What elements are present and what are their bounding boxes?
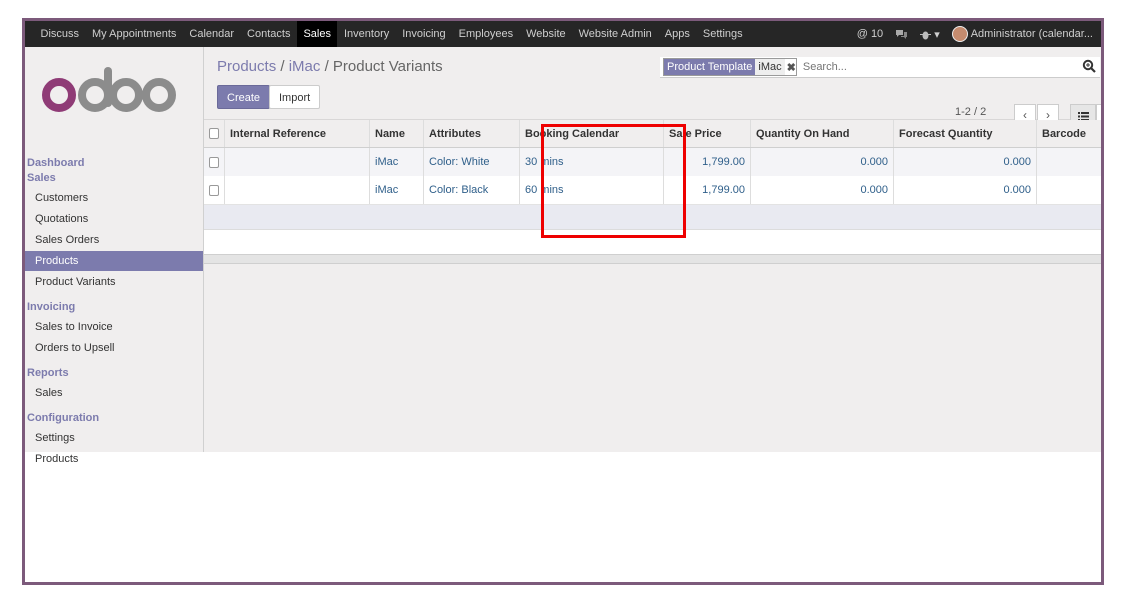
table-divider bbox=[204, 255, 1101, 264]
sidebar-item-settings[interactable]: Settings bbox=[25, 428, 203, 448]
systray: @ 10 ▾ Administrator (calendar... bbox=[851, 21, 1101, 47]
select-all-cell bbox=[204, 120, 224, 147]
menu-website[interactable]: Website bbox=[520, 21, 573, 47]
sidebar-item-config-products[interactable]: Products bbox=[25, 449, 203, 469]
row-checkbox[interactable] bbox=[209, 184, 219, 196]
menu-employees[interactable]: Employees bbox=[452, 21, 519, 47]
sidebar-item-orders-to-upsell[interactable]: Orders to Upsell bbox=[25, 338, 203, 358]
sidebar-section-invoicing: Invoicing bbox=[27, 301, 76, 313]
search-icon[interactable] bbox=[1082, 59, 1096, 73]
sidebar-item-quotations[interactable]: Quotations bbox=[25, 209, 203, 229]
kanban-icon bbox=[1104, 112, 1105, 121]
sidebar-item-sales-orders[interactable]: Sales Orders bbox=[25, 230, 203, 250]
menu-website-admin[interactable]: Website Admin bbox=[572, 21, 658, 47]
sidebar-section-reports: Reports bbox=[27, 367, 69, 379]
mentions-button[interactable]: @ 10 bbox=[851, 28, 889, 40]
cell-barcode bbox=[1036, 176, 1101, 204]
highlight-box bbox=[541, 124, 686, 238]
main-menu: Discuss My Appointments Calendar Contact… bbox=[25, 21, 749, 47]
sidebar: Dashboard Sales Customers Quotations Sal… bbox=[25, 47, 204, 465]
facet-value: iMac bbox=[755, 59, 785, 75]
user-name: Administrator (calendar... bbox=[970, 28, 1093, 40]
menu-inventory[interactable]: Inventory bbox=[337, 21, 395, 47]
cell-name: iMac bbox=[369, 176, 423, 204]
sidebar-item-sales-to-invoice[interactable]: Sales to Invoice bbox=[25, 317, 203, 337]
row-select-cell bbox=[204, 176, 224, 204]
facet-label: Product Template bbox=[664, 59, 756, 75]
sidebar-section-configuration: Configuration bbox=[27, 412, 100, 424]
at-icon: @ bbox=[856, 28, 868, 40]
bug-icon bbox=[920, 31, 932, 39]
col-quantity-on-hand[interactable]: Quantity On Hand bbox=[750, 120, 893, 147]
chat-button[interactable] bbox=[889, 29, 914, 40]
sidebar-item-customers[interactable]: Customers bbox=[25, 188, 203, 208]
chat-bubbles-icon bbox=[896, 29, 908, 39]
search-input[interactable] bbox=[800, 60, 1065, 74]
pager-value[interactable]: 1-2 / 2 bbox=[955, 106, 986, 118]
odoo-logo bbox=[42, 67, 176, 112]
cell-attributes: Color: White bbox=[423, 148, 519, 176]
col-internal-reference[interactable]: Internal Reference bbox=[224, 120, 369, 147]
cell-attributes: Color: Black bbox=[423, 176, 519, 204]
menu-settings[interactable]: Settings bbox=[696, 21, 749, 47]
sidebar-item-reports-sales[interactable]: Sales bbox=[25, 383, 203, 403]
cell-quantity-on-hand: 0.000 bbox=[750, 148, 893, 176]
row-checkbox[interactable] bbox=[209, 156, 219, 168]
col-attributes[interactable]: Attributes bbox=[423, 120, 519, 147]
menu-calendar[interactable]: Calendar bbox=[183, 21, 241, 47]
breadcrumb-separator: / bbox=[280, 58, 289, 75]
app-window: Discuss My Appointments Calendar Contact… bbox=[22, 18, 1104, 585]
sidebar-dashboard[interactable]: Dashboard bbox=[27, 157, 84, 169]
import-button[interactable]: Import bbox=[269, 85, 321, 109]
menu-sales[interactable]: Sales bbox=[296, 21, 338, 47]
select-all-checkbox[interactable] bbox=[209, 128, 219, 139]
page-title: Product Variants bbox=[332, 58, 443, 75]
cell-internal-reference bbox=[224, 176, 369, 204]
main-content: Products / iMac / Product Variants Creat… bbox=[204, 47, 1101, 452]
breadcrumb: Products / iMac / Product Variants bbox=[217, 58, 443, 75]
remove-facet-icon[interactable]: ✖ bbox=[787, 61, 796, 74]
avatar bbox=[951, 26, 968, 42]
menu-invoicing[interactable]: Invoicing bbox=[396, 21, 452, 47]
breadcrumb-separator: / bbox=[324, 58, 333, 75]
top-navbar: Discuss My Appointments Calendar Contact… bbox=[25, 21, 1101, 47]
cell-forecast-quantity: 0.000 bbox=[893, 148, 1036, 176]
col-barcode[interactable]: Barcode bbox=[1036, 120, 1101, 147]
mentions-count: 10 bbox=[870, 28, 884, 40]
caret-down-icon: ▾ bbox=[934, 28, 940, 41]
breadcrumb-products[interactable]: Products bbox=[217, 58, 276, 75]
row-select-cell bbox=[204, 148, 224, 176]
menu-discuss[interactable]: Discuss bbox=[34, 21, 86, 47]
control-panel: Products / iMac / Product Variants Creat… bbox=[204, 47, 1101, 128]
menu-contacts[interactable]: Contacts bbox=[241, 21, 297, 47]
cell-name: iMac bbox=[369, 148, 423, 176]
sidebar-section-sales: Sales bbox=[27, 172, 56, 184]
breadcrumb-imac[interactable]: iMac bbox=[289, 58, 321, 75]
sidebar-item-products[interactable]: Products bbox=[25, 251, 203, 271]
menu-apps[interactable]: Apps bbox=[658, 21, 696, 47]
cell-internal-reference bbox=[224, 148, 369, 176]
col-forecast-quantity[interactable]: Forecast Quantity bbox=[893, 120, 1036, 147]
col-name[interactable]: Name bbox=[369, 120, 423, 147]
create-button[interactable]: Create bbox=[217, 85, 271, 109]
user-menu[interactable]: Administrator (calendar... bbox=[946, 26, 1101, 42]
sidebar-item-product-variants[interactable]: Product Variants bbox=[25, 272, 203, 292]
cell-quantity-on-hand: 0.000 bbox=[750, 176, 893, 204]
search-bar: Product Template iMac ✖ bbox=[660, 57, 1100, 78]
search-facet[interactable]: Product Template iMac ✖ bbox=[663, 58, 797, 76]
menu-my-appointments[interactable]: My Appointments bbox=[86, 21, 183, 47]
debug-menu[interactable]: ▾ bbox=[914, 28, 946, 41]
cell-forecast-quantity: 0.000 bbox=[893, 176, 1036, 204]
cell-barcode bbox=[1036, 148, 1101, 176]
